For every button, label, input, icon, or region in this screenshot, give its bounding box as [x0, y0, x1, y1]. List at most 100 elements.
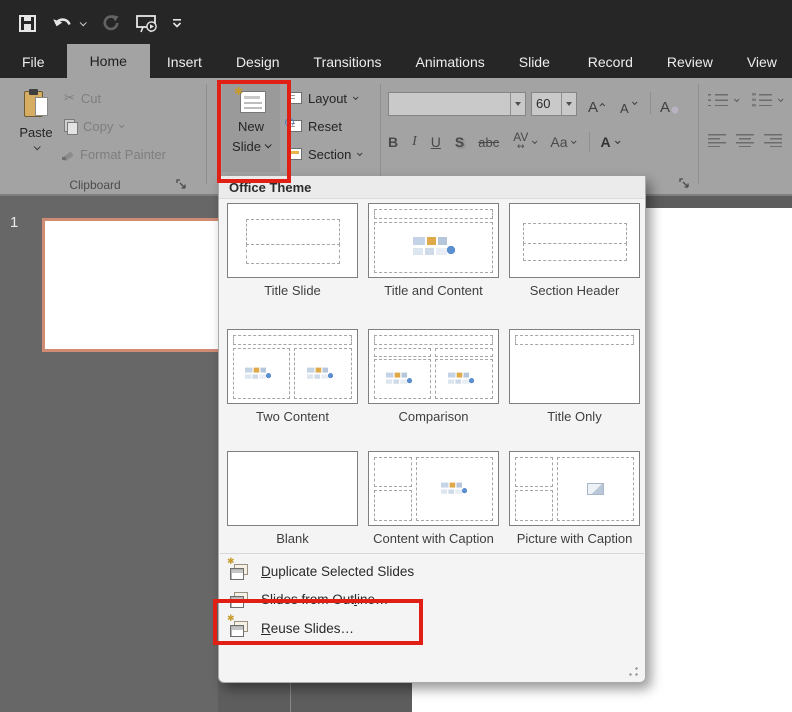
- reset-label: Reset: [308, 119, 342, 134]
- tab-file[interactable]: File: [0, 46, 67, 78]
- character-spacing-label: AV: [513, 132, 528, 142]
- tab-review[interactable]: Review: [650, 46, 730, 78]
- tab-record[interactable]: Record: [571, 46, 650, 78]
- strikethrough-button[interactable]: abc: [478, 135, 499, 150]
- ribbon-tab-bar: File Home Insert Design Transitions Anim…: [0, 46, 792, 78]
- change-case-button[interactable]: Aa: [550, 134, 575, 150]
- layout-cell-blank[interactable]: Blank: [227, 451, 358, 547]
- align-center-button[interactable]: [736, 134, 754, 147]
- layout-thumbnail: [227, 451, 358, 526]
- font-name-dropdown-arrow[interactable]: [510, 93, 525, 115]
- title-bar: [0, 0, 792, 46]
- bold-button[interactable]: B: [388, 134, 398, 150]
- reuse-slides-icon: ✱: [229, 620, 248, 636]
- layout-thumbnail: [227, 203, 358, 278]
- italic-button[interactable]: I: [412, 134, 417, 150]
- group-divider: [698, 84, 699, 184]
- caret-down-icon: [632, 99, 638, 105]
- layout-thumbnail: [509, 329, 640, 404]
- layout-label: Layout: [308, 91, 347, 106]
- increase-font-size-label: A: [588, 99, 598, 116]
- clear-formatting-button[interactable]: A: [660, 92, 679, 116]
- paste-dropdown-chevron-icon[interactable]: [33, 143, 40, 150]
- cut-scissors-icon: ✂: [64, 91, 75, 106]
- section-button[interactable]: Section: [288, 144, 361, 164]
- clipboard-dialog-launcher[interactable]: [176, 177, 188, 189]
- slide-number: 1: [10, 214, 18, 231]
- paste-button[interactable]: Paste: [10, 84, 62, 172]
- tab-insert[interactable]: Insert: [150, 46, 219, 78]
- new-slide-button[interactable]: ✱ New Slide: [222, 82, 280, 172]
- font-dialog-launcher[interactable]: [679, 176, 691, 188]
- eraser-icon: [671, 106, 679, 114]
- menu-item-duplicate-selected-slides[interactable]: ✱ Duplicate Selected Slides: [219, 558, 645, 584]
- tab-view[interactable]: View: [730, 46, 792, 78]
- layout-cell-title-slide[interactable]: Title Slide: [227, 203, 358, 299]
- layout-cell-title-only[interactable]: Title Only: [509, 329, 640, 425]
- caret-down-icon: [778, 96, 784, 102]
- menu-item-list: ✱ Duplicate Selected Slides Slides from …: [219, 554, 645, 642]
- menu-header: Office Theme: [219, 176, 645, 199]
- start-slideshow-button[interactable]: [134, 10, 160, 36]
- tab-design[interactable]: Design: [219, 46, 297, 78]
- tab-home[interactable]: Home: [67, 44, 150, 78]
- font-size-dropdown-arrow[interactable]: [561, 93, 576, 115]
- save-button[interactable]: [14, 10, 40, 36]
- layout-cell-two-content[interactable]: Two Content: [227, 329, 358, 425]
- undo-dropdown-chevron-icon[interactable]: [80, 18, 88, 28]
- font-size-value[interactable]: 60: [532, 93, 561, 115]
- access-key: D: [261, 564, 271, 579]
- format-painter-button[interactable]: Format Painter: [62, 144, 166, 164]
- font-size-combobox[interactable]: 60: [531, 92, 577, 116]
- tab-slide-show[interactable]: Slide Show: [502, 46, 571, 78]
- decrease-font-size-button[interactable]: A: [620, 92, 636, 116]
- menu-resize-grip[interactable]: [629, 667, 638, 676]
- layout-cell-title-and-content[interactable]: Title and Content: [368, 203, 499, 299]
- new-slide-dropdown-chevron-icon: [265, 141, 272, 148]
- bullets-button[interactable]: [708, 90, 738, 110]
- character-spacing-button[interactable]: AV ↔: [513, 132, 536, 152]
- slide-1-thumbnail[interactable]: [42, 218, 222, 352]
- layout-cell-content-with-caption[interactable]: Content with Caption: [368, 451, 499, 547]
- align-right-button[interactable]: [764, 134, 782, 147]
- reset-button[interactable]: Reset: [288, 116, 342, 136]
- cut-button[interactable]: ✂ Cut: [64, 88, 101, 108]
- customize-quick-access-toolbar-button[interactable]: [170, 10, 184, 36]
- copy-label: Copy: [83, 119, 113, 134]
- layout-cell-section-header[interactable]: Section Header: [509, 203, 640, 299]
- format-painter-brush-icon: [62, 148, 74, 160]
- alignment-buttons: [708, 130, 782, 150]
- redo-button[interactable]: [98, 10, 124, 36]
- small-divider: [589, 132, 590, 152]
- layout-button[interactable]: Layout: [288, 88, 357, 108]
- undo-button[interactable]: [50, 10, 76, 36]
- layout-thumbnail: [368, 451, 499, 526]
- underline-button[interactable]: U: [431, 134, 441, 150]
- clipboard-group-label: Clipboard: [30, 178, 160, 192]
- font-name-combobox[interactable]: [388, 92, 526, 116]
- layout-thumbnail: [509, 203, 640, 278]
- text-shadow-button[interactable]: S: [455, 134, 464, 150]
- copy-dropdown-chevron-icon[interactable]: [119, 122, 125, 128]
- tab-transitions[interactable]: Transitions: [297, 46, 399, 78]
- group-divider: [206, 84, 207, 184]
- align-left-button[interactable]: [708, 134, 726, 147]
- tab-animations[interactable]: Animations: [398, 46, 501, 78]
- menu-item-reuse-slides[interactable]: ✱ Reuse Slides…: [219, 614, 645, 642]
- copy-button[interactable]: Copy: [64, 116, 123, 136]
- menu-item-slides-from-outline[interactable]: Slides from Outline…: [219, 584, 645, 614]
- layout-cell-picture-with-caption[interactable]: Picture with Caption: [509, 451, 640, 547]
- character-spacing-arrow-icon: ↔: [517, 142, 525, 152]
- layout-thumbnail: [227, 329, 358, 404]
- new-slide-dropdown-menu: Office Theme Title Slide Title and Conte…: [218, 176, 646, 683]
- increase-font-size-button[interactable]: A: [588, 92, 605, 116]
- menu-item-label: uplicate Selected Slides: [271, 564, 414, 579]
- font-name-value[interactable]: [389, 93, 510, 115]
- font-color-button[interactable]: A: [600, 134, 618, 150]
- caret-down-icon: [734, 96, 740, 102]
- numbering-button[interactable]: [752, 90, 782, 110]
- clear-formatting-label: A: [660, 99, 670, 116]
- reset-icon: [288, 120, 302, 132]
- layout-cell-comparison[interactable]: Comparison: [368, 329, 499, 425]
- group-divider: [380, 84, 381, 184]
